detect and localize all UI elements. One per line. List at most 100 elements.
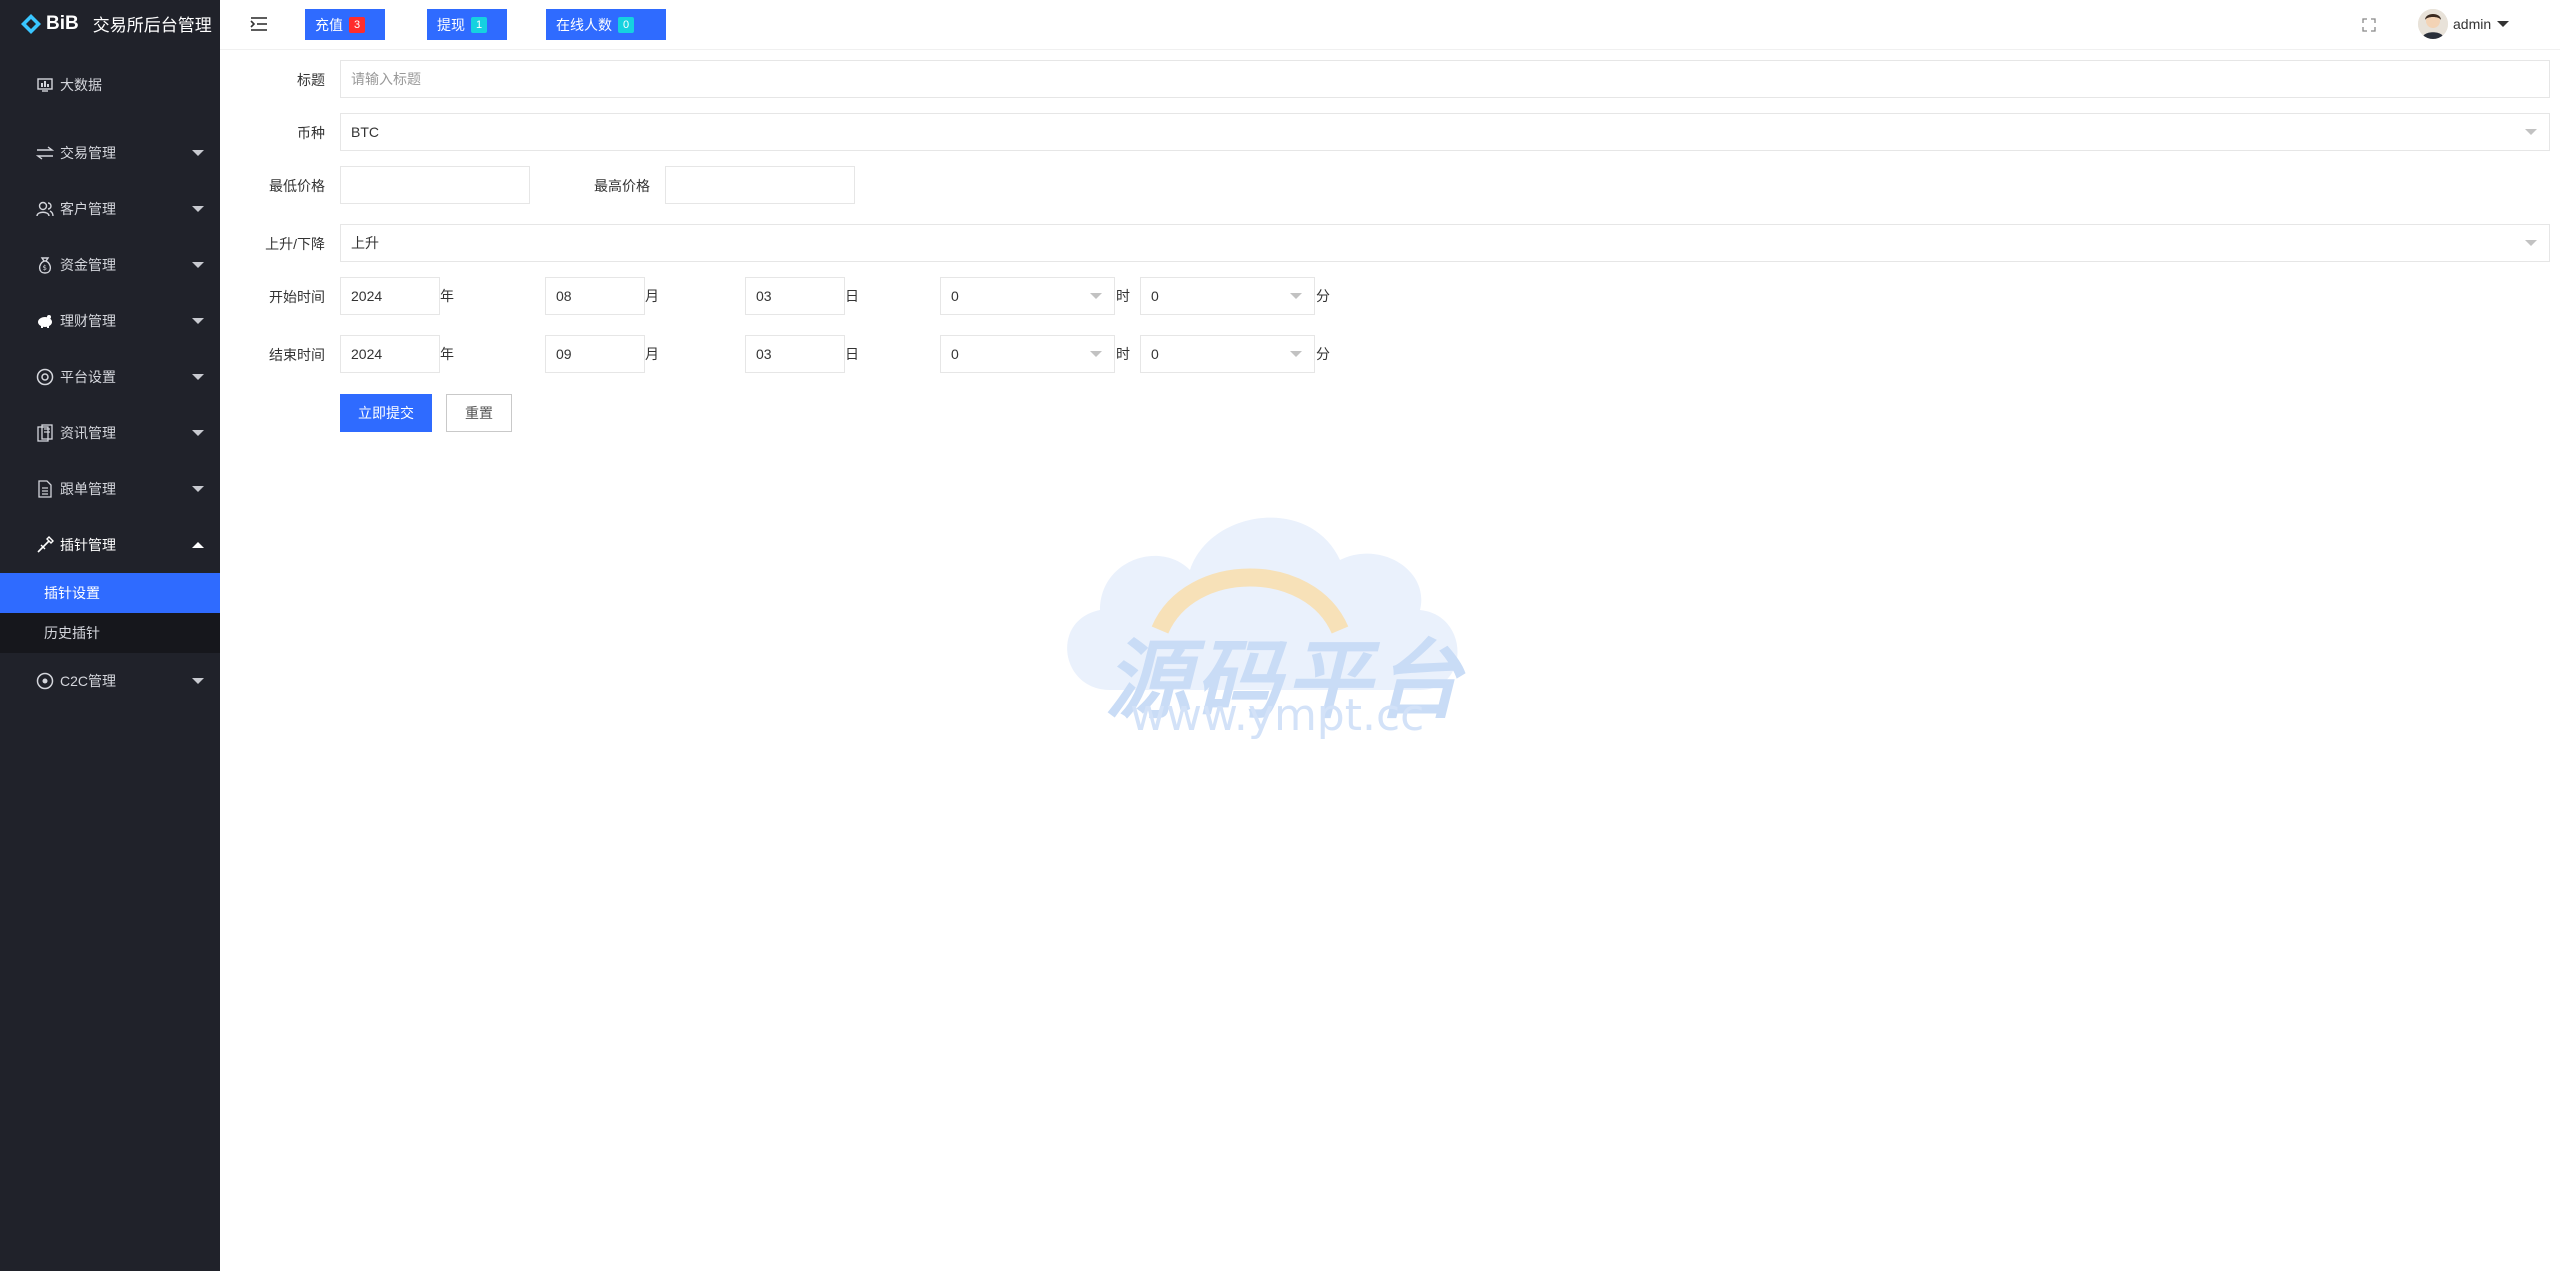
sidebar-item-label: 插针管理 bbox=[60, 537, 116, 553]
chevron-down-icon bbox=[2525, 240, 2537, 246]
end-hour-value: 0 bbox=[951, 346, 959, 362]
start-hour-select[interactable]: 0 bbox=[940, 277, 1115, 315]
coin-value: BTC bbox=[351, 124, 379, 140]
end-year-input[interactable]: 2024 bbox=[340, 335, 440, 373]
menu-toggle-icon[interactable] bbox=[250, 16, 268, 35]
direction-select[interactable]: 上升 bbox=[340, 224, 2550, 262]
sidebar-item-label: 理财管理 bbox=[60, 313, 116, 329]
start-month-value: 08 bbox=[556, 288, 572, 304]
online-users-label: 在线人数 bbox=[556, 16, 612, 33]
diamond-logo-icon bbox=[21, 13, 41, 34]
recharge-button[interactable]: 充值 3 bbox=[305, 9, 385, 40]
minute-unit: 分 bbox=[1316, 288, 1330, 304]
chevron-down-icon bbox=[1290, 293, 1302, 299]
sidebar: BiB 交易所后台管理 大数据 交易管理 客户管理 $ 资金管理 理财管理 平台… bbox=[0, 0, 220, 1271]
start-minute-select[interactable]: 0 bbox=[1140, 277, 1315, 315]
direction-value: 上升 bbox=[351, 235, 379, 251]
end-year-value: 2024 bbox=[351, 346, 383, 362]
sidebar-item-label: C2C管理 bbox=[60, 673, 117, 689]
sidebar-menu: 大数据 交易管理 客户管理 $ 资金管理 理财管理 平台设置 资讯管理 跟单管理… bbox=[0, 69, 220, 709]
start-time-label: 开始时间 bbox=[269, 289, 325, 305]
brand-name: BiB bbox=[46, 12, 79, 34]
title-label: 标题 bbox=[297, 72, 325, 88]
withdraw-button[interactable]: 提现 1 bbox=[427, 9, 507, 40]
sidebar-item-dashboard[interactable]: 大数据 bbox=[0, 69, 220, 101]
app-title: 交易所后台管理 bbox=[92, 16, 212, 36]
fullscreen-icon[interactable] bbox=[2362, 18, 2376, 35]
reset-button[interactable]: 重置 bbox=[446, 394, 512, 432]
hour-unit: 时 bbox=[1116, 346, 1130, 362]
start-year-value: 2024 bbox=[351, 288, 383, 304]
sidebar-item-label: 客户管理 bbox=[60, 201, 116, 217]
withdraw-label: 提现 bbox=[437, 16, 465, 33]
chevron-down-icon bbox=[1090, 293, 1102, 299]
needle-icon bbox=[36, 536, 54, 554]
chevron-down-icon bbox=[192, 678, 204, 684]
sidebar-item-news[interactable]: 资讯管理 bbox=[0, 405, 220, 461]
sidebar-item-label: 资讯管理 bbox=[60, 425, 116, 441]
withdraw-count-badge: 1 bbox=[471, 16, 487, 33]
chevron-down-icon bbox=[2497, 21, 2510, 27]
start-year-input[interactable]: 2024 bbox=[340, 277, 440, 315]
chevron-down-icon bbox=[192, 150, 204, 156]
direction-label: 上升/下降 bbox=[265, 236, 325, 252]
start-minute-value: 0 bbox=[1151, 288, 1159, 304]
day-unit: 日 bbox=[845, 346, 859, 362]
sidebar-item-wealth[interactable]: 理财管理 bbox=[0, 293, 220, 349]
sidebar-subitem-label: 历史插针 bbox=[44, 625, 100, 641]
min-price-input[interactable] bbox=[340, 166, 530, 204]
title-input[interactable] bbox=[340, 60, 2550, 98]
end-hour-select[interactable]: 0 bbox=[940, 335, 1115, 373]
chevron-down-icon bbox=[192, 486, 204, 492]
sidebar-item-copy-trading[interactable]: 跟单管理 bbox=[0, 461, 220, 517]
sidebar-subitem-needle-history[interactable]: 历史插针 bbox=[0, 613, 220, 653]
logo: BiB 交易所后台管理 bbox=[0, 0, 220, 47]
sidebar-item-trade[interactable]: 交易管理 bbox=[0, 125, 220, 181]
sidebar-item-c2c[interactable]: C2C管理 bbox=[0, 653, 220, 709]
watermark: 源码平台 www.ympt.cc bbox=[1040, 500, 1520, 760]
chevron-down-icon bbox=[192, 430, 204, 436]
coin-label: 币种 bbox=[297, 125, 325, 141]
start-day-input[interactable]: 03 bbox=[745, 277, 845, 315]
end-month-value: 09 bbox=[556, 346, 572, 362]
submit-button[interactable]: 立即提交 bbox=[340, 394, 432, 432]
sidebar-item-customers[interactable]: 客户管理 bbox=[0, 181, 220, 237]
chevron-down-icon bbox=[2525, 129, 2537, 135]
watermark-url: www.ympt.cc bbox=[1130, 690, 1425, 741]
hour-unit: 时 bbox=[1116, 288, 1130, 304]
coin-select[interactable]: BTC bbox=[340, 113, 2550, 151]
chevron-down-icon bbox=[1090, 351, 1102, 357]
end-day-input[interactable]: 03 bbox=[745, 335, 845, 373]
sidebar-subitem-needle-settings[interactable]: 插针设置 bbox=[0, 573, 220, 613]
user-menu[interactable]: admin bbox=[2418, 9, 2510, 39]
sidebar-item-label: 跟单管理 bbox=[60, 481, 116, 497]
avatar bbox=[2418, 9, 2448, 39]
sidebar-item-label: 交易管理 bbox=[60, 145, 116, 161]
end-minute-select[interactable]: 0 bbox=[1140, 335, 1315, 373]
sidebar-item-needle[interactable]: 插针管理 bbox=[0, 517, 220, 573]
max-price-input[interactable] bbox=[665, 166, 855, 204]
users-icon bbox=[36, 200, 54, 218]
online-users-button[interactable]: 在线人数 0 bbox=[546, 9, 666, 40]
sidebar-item-label: 大数据 bbox=[60, 77, 102, 93]
month-unit: 月 bbox=[645, 288, 659, 304]
recharge-label: 充值 bbox=[315, 16, 343, 33]
brand-logo: BiB bbox=[20, 13, 79, 35]
online-users-count-badge: 0 bbox=[618, 16, 634, 33]
day-unit: 日 bbox=[845, 288, 859, 304]
month-unit: 月 bbox=[645, 346, 659, 362]
chevron-down-icon bbox=[192, 206, 204, 212]
chevron-down-icon bbox=[192, 262, 204, 268]
minute-unit: 分 bbox=[1316, 346, 1330, 362]
start-day-value: 03 bbox=[756, 288, 772, 304]
sidebar-subitem-label: 插针设置 bbox=[44, 585, 100, 601]
end-time-label: 结束时间 bbox=[269, 347, 325, 363]
exchange-icon bbox=[36, 144, 54, 162]
sidebar-item-funds[interactable]: $ 资金管理 bbox=[0, 237, 220, 293]
c2c-icon bbox=[36, 672, 54, 690]
start-month-input[interactable]: 08 bbox=[545, 277, 645, 315]
sidebar-item-platform-settings[interactable]: 平台设置 bbox=[0, 349, 220, 405]
username: admin bbox=[2453, 16, 2492, 32]
recharge-count-badge: 3 bbox=[349, 16, 365, 33]
end-month-input[interactable]: 09 bbox=[545, 335, 645, 373]
